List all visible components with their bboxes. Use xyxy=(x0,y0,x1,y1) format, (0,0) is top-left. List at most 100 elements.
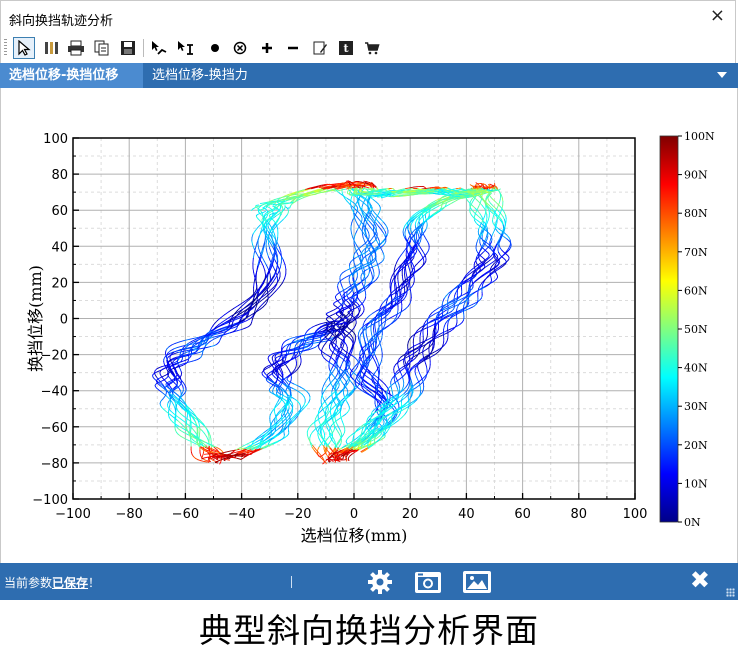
trajectory-segment xyxy=(290,381,295,385)
trajectory-segment xyxy=(321,385,325,390)
trajectory-segment xyxy=(193,337,199,339)
trajectory-segment xyxy=(173,404,176,409)
trajectory-segment xyxy=(337,325,340,328)
trajectory-segment xyxy=(257,243,260,249)
tab-select-shift-displacement[interactable]: 选档位移-换挡位移 xyxy=(0,63,143,88)
trajectory-segment xyxy=(180,418,186,423)
trajectory-segment xyxy=(168,344,173,348)
edit-button[interactable] xyxy=(309,37,331,59)
plus-icon xyxy=(262,43,272,53)
print-button[interactable] xyxy=(65,37,87,59)
trajectory-segment xyxy=(345,459,348,462)
trajectory-segment xyxy=(372,265,377,268)
trajectory-segment xyxy=(301,393,305,398)
cursor-measure-button[interactable] xyxy=(175,37,197,59)
trajectory-segment xyxy=(383,228,386,233)
trajectory-segment xyxy=(365,256,367,261)
trajectory-segment xyxy=(163,408,167,413)
trajectory-segment xyxy=(226,332,231,335)
pointer-button[interactable] xyxy=(13,37,35,59)
trajectory-segment xyxy=(368,220,373,225)
trajectory-segment xyxy=(364,228,367,234)
trajectory-segment xyxy=(317,411,320,416)
close-window-button[interactable]: × xyxy=(710,5,725,27)
trajectory-segment xyxy=(210,345,215,348)
trajectory-segment xyxy=(370,215,374,220)
trajectory-segment xyxy=(271,290,277,296)
trace-icon xyxy=(152,41,167,55)
trajectory-segment xyxy=(378,261,382,265)
trajectory-segment xyxy=(279,261,282,268)
trajectory-segment xyxy=(170,419,174,423)
trajectory-segment xyxy=(366,242,370,247)
trajectory-segment xyxy=(294,337,298,340)
trajectory-segment xyxy=(291,336,297,339)
trajectory-segment xyxy=(372,199,377,203)
trajectory-segment xyxy=(372,209,376,214)
cart-button[interactable] xyxy=(361,37,383,59)
trajectory-segment xyxy=(321,340,327,343)
trajectory-segment xyxy=(237,306,242,311)
trajectory-segment xyxy=(339,365,342,370)
trajectory-segment xyxy=(158,366,163,369)
text-button[interactable]: t xyxy=(335,37,357,59)
trajectory-segment xyxy=(350,206,353,211)
trajectory-segment xyxy=(177,378,181,382)
trajectory-segment xyxy=(185,418,188,423)
trajectory-segment xyxy=(252,252,255,259)
trajectory-segment xyxy=(206,346,212,348)
tools-button[interactable] xyxy=(40,37,62,59)
cart-icon xyxy=(365,42,380,55)
trajectory-segment xyxy=(362,237,366,242)
trajectory-segment xyxy=(180,430,185,433)
trajectory-segment xyxy=(337,431,341,436)
trajectory-segment xyxy=(169,348,174,352)
trajectory-segment xyxy=(343,288,348,291)
trajectory-segment xyxy=(351,289,354,293)
trajectory-segment xyxy=(179,363,183,366)
trajectory-segment xyxy=(334,307,338,311)
trajectory-segment xyxy=(312,339,319,342)
trajectory-segment xyxy=(201,347,208,349)
trajectory-segment xyxy=(321,351,325,354)
zoom-out-button[interactable] xyxy=(282,37,304,59)
trajectory-segment xyxy=(251,240,254,246)
tab-select-shift-force[interactable]: 选档位移-换挡力 xyxy=(143,63,257,88)
trajectory-segment xyxy=(292,387,297,391)
trajectory-segment xyxy=(173,352,178,355)
trajectory-segment xyxy=(301,404,305,409)
zoom-in-button[interactable] xyxy=(256,37,278,59)
trajectory-segment xyxy=(316,336,321,339)
trajectory-segment xyxy=(336,359,339,364)
trajectory-segment xyxy=(332,390,336,395)
trajectory-segment xyxy=(385,224,388,229)
trajectory-segment xyxy=(252,267,255,274)
trajectory-segment xyxy=(355,220,359,226)
cancel-button[interactable] xyxy=(229,37,251,59)
trajectory-segment xyxy=(266,265,270,271)
trajectory-segment xyxy=(220,451,226,454)
trajectory-segment xyxy=(325,359,330,363)
trajectory-segment xyxy=(375,218,380,223)
trajectory-segment xyxy=(276,225,279,230)
trajectory-segment xyxy=(319,404,323,409)
trajectory-segment xyxy=(308,398,311,403)
trajectory-segment xyxy=(224,455,231,457)
copy-button[interactable] xyxy=(91,37,113,59)
trajectory-segment xyxy=(278,282,283,288)
trajectory-segment xyxy=(228,452,234,455)
trajectory-segment xyxy=(353,204,357,208)
trajectory-segment xyxy=(228,307,235,313)
trajectory-segment xyxy=(311,429,315,433)
trajectory-segment xyxy=(276,280,279,286)
tab-dropdown-chevron-icon[interactable] xyxy=(717,72,727,78)
trajectory-segment xyxy=(325,451,327,455)
trajectory-segment xyxy=(336,417,341,421)
save-button[interactable] xyxy=(117,37,139,59)
trajectory-segment xyxy=(336,429,339,433)
trajectory-segment xyxy=(378,221,382,227)
trace-button[interactable] xyxy=(148,37,170,59)
point-button[interactable] xyxy=(204,37,226,59)
trajectory-segment xyxy=(284,363,288,368)
trajectory-segment xyxy=(201,430,206,435)
